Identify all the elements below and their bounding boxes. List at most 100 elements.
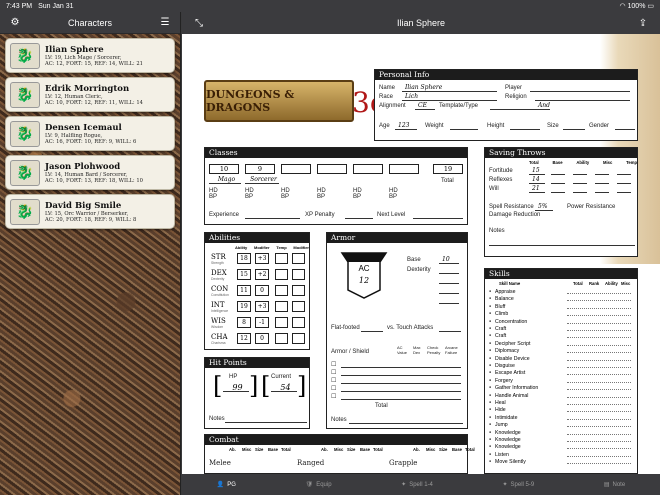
name-field[interactable]: Ilian Sphere (402, 84, 497, 92)
save-field[interactable] (551, 167, 565, 175)
skill-values[interactable] (567, 415, 631, 420)
weight-field[interactable] (450, 122, 478, 130)
armor-checkbox[interactable]: ☐ (331, 393, 336, 400)
skill-row[interactable]: ● Diplomacy (489, 348, 635, 355)
temp-modifier[interactable] (292, 285, 305, 296)
skill-row[interactable]: ● Knowledge (489, 437, 635, 444)
temp-modifier[interactable] (292, 317, 305, 328)
tab-note[interactable]: ▤ Note (604, 481, 625, 489)
save-field[interactable] (595, 167, 609, 175)
hp-value[interactable]: 99 (223, 384, 249, 392)
skill-row[interactable]: ● Handle Animal (489, 393, 635, 400)
skill-values[interactable] (567, 385, 631, 391)
ability-score[interactable]: 8 (237, 317, 251, 328)
tab-pg[interactable]: 👤 PG (217, 481, 236, 489)
skill-values[interactable] (567, 370, 631, 376)
skill-values[interactable] (567, 289, 631, 294)
save-total[interactable]: 21 (529, 185, 545, 193)
skill-row[interactable]: ● Concentration (489, 319, 635, 326)
skill-values[interactable] (567, 356, 631, 361)
skill-values[interactable] (567, 348, 631, 354)
skill-values[interactable] (567, 407, 631, 413)
age-field[interactable]: 123 (395, 122, 417, 130)
class-level-5[interactable] (353, 164, 383, 174)
size-field[interactable] (563, 122, 585, 130)
skill-row[interactable]: ● Intimidate (489, 415, 635, 422)
armor-item-field[interactable] (341, 376, 461, 384)
skill-values[interactable] (567, 296, 631, 302)
ability-score[interactable]: 18 (237, 253, 251, 264)
skill-row[interactable]: ● Balance (489, 296, 635, 303)
save-field[interactable] (617, 167, 631, 175)
character-card[interactable]: 🐉 Densen Icemaul LV: 9, Halfling Rogue, AC:… (5, 116, 175, 151)
armor-checkbox[interactable]: ☐ (331, 385, 336, 392)
temp-score[interactable] (275, 285, 288, 296)
character-card[interactable]: 🐉 Edrik Morrington LV: 12, Human Cleric, AC… (5, 77, 175, 112)
skill-row[interactable]: ● Heal (489, 400, 635, 407)
skill-row[interactable]: ● Knowledge (489, 444, 635, 451)
save-field[interactable] (595, 176, 609, 184)
skill-values[interactable] (567, 326, 631, 331)
skill-row[interactable]: ● Hide (489, 407, 635, 414)
tab-equip[interactable]: 🛡 Equip (306, 481, 332, 489)
save-field[interactable] (617, 176, 631, 184)
temp-score[interactable] (275, 317, 288, 328)
skill-values[interactable] (567, 444, 631, 450)
armor-dex-field[interactable] (439, 266, 459, 274)
class-level-4[interactable] (317, 164, 347, 174)
skill-row[interactable]: ● Disguise (489, 363, 635, 370)
skill-values[interactable] (567, 437, 631, 442)
tab-spell-5-9[interactable]: ✦ Spell 5-9 (502, 481, 534, 489)
save-field[interactable] (573, 167, 587, 175)
save-field[interactable] (551, 176, 565, 184)
armor-checkbox[interactable]: ☐ (331, 377, 336, 384)
skill-values[interactable] (567, 319, 631, 324)
temp-modifier[interactable] (292, 333, 305, 344)
skill-values[interactable] (567, 452, 631, 457)
class-level-1[interactable]: 10 (209, 164, 239, 174)
character-card[interactable]: 🐉 Ilian Sphere LV: 19, Lich Mage / Sorcere… (5, 38, 175, 73)
skill-row[interactable]: ● Escape Artist (489, 370, 635, 377)
next-level-field[interactable] (413, 211, 463, 219)
skill-row[interactable]: ● Disable Device (489, 356, 635, 363)
temp-score[interactable] (275, 253, 288, 264)
menu-icon[interactable]: ☰ (158, 17, 172, 28)
tab-spell-1-4[interactable]: ✦ Spell 1-4 (401, 481, 433, 489)
armor-item-field[interactable] (341, 392, 461, 400)
ability-score[interactable]: 19 (237, 301, 251, 312)
height-field[interactable] (510, 122, 540, 130)
armor-base-field[interactable]: 10 (439, 256, 459, 264)
save-field[interactable] (551, 185, 565, 193)
ability-modifier[interactable]: +3 (255, 301, 269, 312)
ac-value[interactable]: 12 (339, 276, 389, 285)
skill-row[interactable]: ● Forgery (489, 378, 635, 385)
armor-misc-field-3[interactable] (439, 296, 459, 304)
armor-item-field[interactable] (341, 384, 461, 392)
skill-values[interactable] (567, 304, 631, 309)
armor-checkbox[interactable]: ☐ (331, 369, 336, 376)
share-icon[interactable]: ⇪ (636, 18, 650, 29)
skill-row[interactable]: ● Gather Information (489, 385, 635, 392)
temp-score[interactable] (275, 333, 288, 344)
armor-checkbox[interactable]: ☐ (331, 361, 336, 368)
skill-values[interactable] (567, 333, 631, 339)
temp-modifier[interactable] (292, 253, 305, 264)
ability-modifier[interactable]: -1 (255, 317, 269, 328)
template-field[interactable]: And (490, 102, 550, 110)
skill-values[interactable] (567, 363, 631, 368)
class-level-2[interactable]: 9 (245, 164, 275, 174)
skill-values[interactable] (567, 393, 631, 398)
experience-field[interactable] (245, 211, 300, 219)
save-field[interactable] (573, 176, 587, 184)
class-name-1[interactable]: Mago (209, 176, 241, 184)
race-field[interactable]: Lich (402, 93, 497, 101)
ability-score[interactable]: 11 (237, 285, 251, 296)
hp-notes-field[interactable] (225, 415, 307, 423)
skill-values[interactable] (567, 378, 631, 383)
save-field[interactable] (573, 185, 587, 193)
religion-field[interactable] (535, 93, 630, 101)
save-total[interactable]: 14 (529, 176, 545, 184)
class-level-3[interactable] (281, 164, 311, 174)
ability-modifier[interactable]: +2 (255, 269, 269, 280)
skill-values[interactable] (567, 311, 631, 317)
